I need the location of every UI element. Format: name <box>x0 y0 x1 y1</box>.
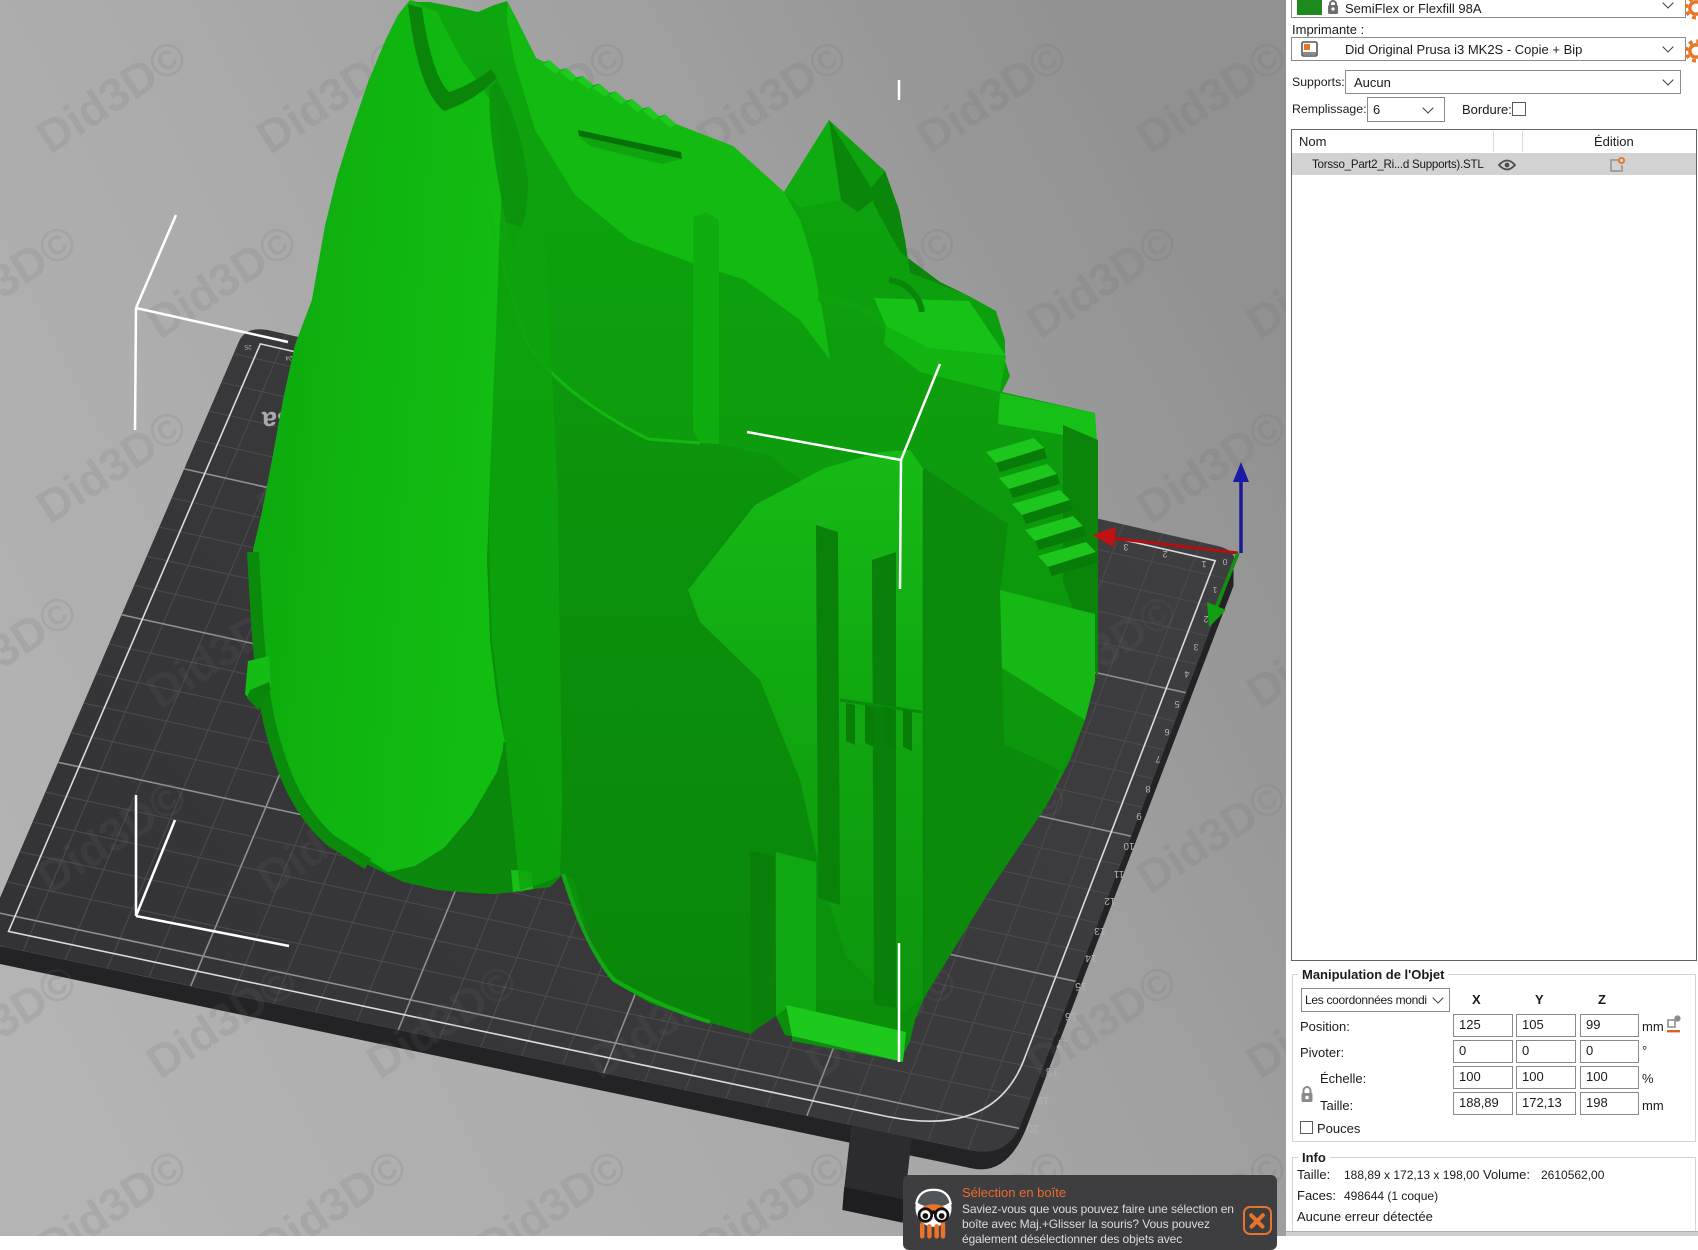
svg-text:20: 20 <box>1027 1122 1040 1134</box>
svg-text:1: 1 <box>1201 559 1206 570</box>
svg-text:6: 6 <box>1164 727 1169 737</box>
svg-text:14: 14 <box>1085 952 1097 964</box>
svg-text:10: 10 <box>1123 840 1134 851</box>
svg-text:4: 4 <box>1184 669 1189 679</box>
svg-text:3: 3 <box>1193 642 1198 652</box>
svg-text:13: 13 <box>1094 925 1106 936</box>
svg-text:5: 5 <box>1174 699 1179 709</box>
svg-text:9: 9 <box>1136 810 1141 821</box>
svg-text:19: 19 <box>1037 1094 1049 1106</box>
svg-text:25: 25 <box>244 343 252 350</box>
svg-text:8: 8 <box>1145 783 1150 794</box>
svg-text:24: 24 <box>285 354 293 361</box>
svg-text:0: 0 <box>1222 557 1227 567</box>
svg-text:1: 1 <box>1212 585 1217 595</box>
svg-text:12: 12 <box>1104 895 1116 906</box>
svg-text:7: 7 <box>1155 753 1160 764</box>
svg-text:2: 2 <box>1162 549 1167 559</box>
svg-text:2: 2 <box>1203 614 1208 624</box>
svg-text:3: 3 <box>1123 542 1128 552</box>
svg-text:11: 11 <box>1113 868 1124 879</box>
svg-text:15: 15 <box>1075 980 1087 992</box>
